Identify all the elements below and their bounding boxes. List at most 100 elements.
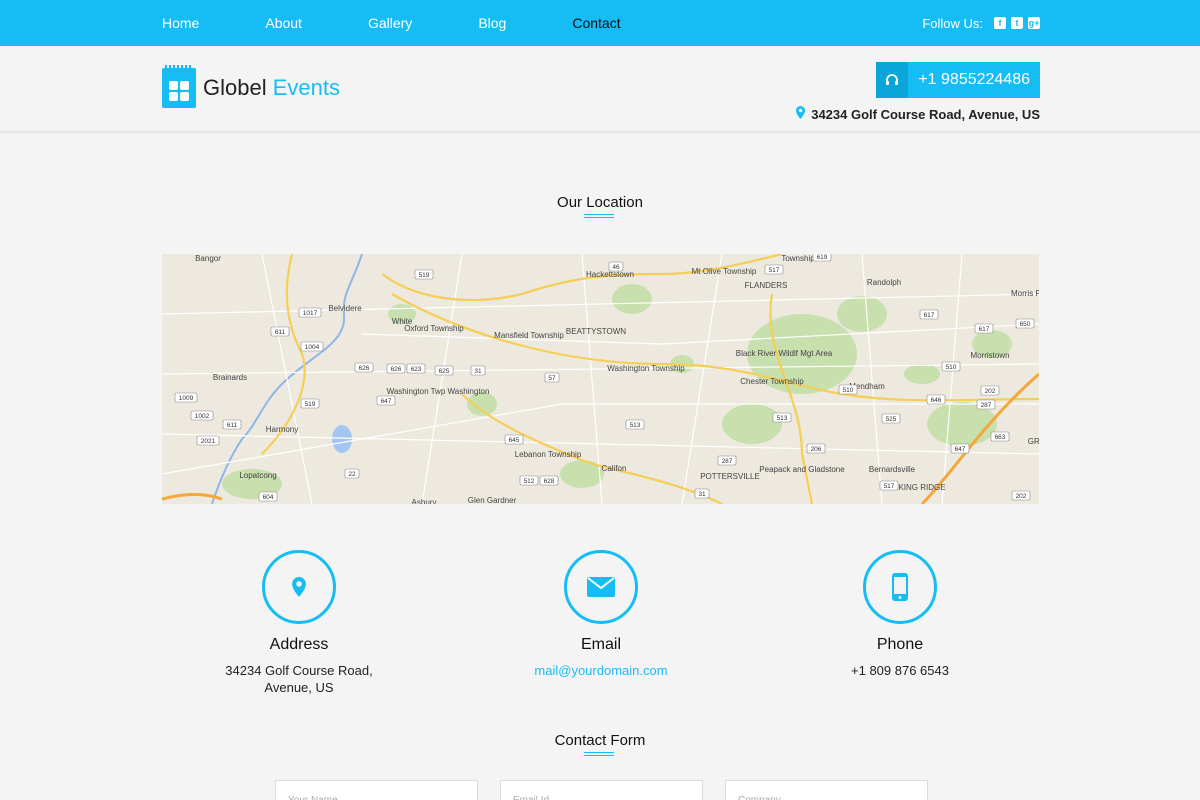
mobile-phone-icon — [863, 550, 937, 624]
svg-text:646: 646 — [931, 397, 942, 404]
map-route-shield: 604 — [258, 491, 278, 502]
map-route-shield: 519 — [414, 269, 434, 280]
header-phone-number: +1 9855224486 — [918, 71, 1030, 88]
map-place-label: Lebanon Township — [515, 450, 582, 459]
svg-text:517: 517 — [769, 267, 780, 274]
map-route-shield: 513 — [772, 412, 792, 423]
header-address-text: 34234 Golf Course Road, Avenue, US — [811, 106, 1040, 122]
svg-text:31: 31 — [474, 368, 482, 375]
svg-text:512: 512 — [524, 478, 535, 485]
location-pin-icon — [796, 106, 806, 122]
map-route-shield: 31 — [470, 365, 486, 376]
map-route-shield: 625 — [434, 365, 454, 376]
location-section-title: Our Location — [557, 194, 643, 211]
nav-blog-link[interactable]: Blog — [478, 15, 506, 31]
svg-text:510: 510 — [843, 387, 854, 394]
map-place-label: Randolph — [867, 278, 901, 287]
map-route-shield: 525 — [881, 413, 901, 424]
brand-name-primary: Globel — [203, 75, 267, 100]
map-route-shield: 628 — [539, 475, 559, 486]
map-place-label: Asbury — [412, 498, 437, 504]
twitter-icon[interactable]: t — [1011, 17, 1023, 29]
address-value: 34234 Golf Course Road, Avenue, US — [179, 662, 419, 696]
map-place-label: Mt Olive Township — [692, 267, 757, 276]
map-place-label: Belvidere — [328, 304, 362, 313]
header-phone[interactable]: +1 9855224486 — [876, 62, 1040, 98]
email-link[interactable]: mail@yourdomain.com — [481, 662, 721, 679]
map-route-shield: 510 — [838, 384, 858, 395]
map-place-label: Chester Township — [740, 377, 804, 386]
map-route-shield: 519 — [300, 398, 320, 409]
svg-text:1009: 1009 — [179, 395, 194, 402]
svg-text:2021: 2021 — [201, 438, 216, 445]
follow-us: Follow Us: f t g+ — [922, 0, 1040, 46]
svg-text:1002: 1002 — [195, 413, 210, 420]
brand-name-accent: Events — [272, 75, 340, 100]
map-route-shield: 617 — [919, 309, 939, 320]
facebook-icon[interactable]: f — [994, 17, 1006, 29]
map-place-label: Harmony — [266, 425, 298, 434]
svg-text:519: 519 — [419, 272, 430, 279]
follow-us-label: Follow Us: — [922, 15, 983, 31]
nav-home-link[interactable]: Home — [162, 15, 199, 31]
map-lake — [332, 425, 352, 453]
your-name-input[interactable] — [275, 780, 478, 800]
map-route-shield: 22 — [344, 468, 360, 479]
svg-text:628: 628 — [544, 478, 555, 485]
map-route-shield: 626 — [354, 362, 374, 373]
svg-text:513: 513 — [777, 415, 788, 422]
contact-card-email: Email mail@yourdomain.com — [481, 550, 721, 679]
top-navigation-bar: Home About Gallery Blog Contact Follow U… — [0, 0, 1200, 46]
svg-text:611: 611 — [275, 329, 286, 336]
svg-text:517: 517 — [884, 483, 895, 490]
location-map[interactable]: Bangor Hackettstown Mt Olive Township Towns… — [162, 254, 1039, 504]
contact-card-phone: Phone +1 809 876 6543 — [780, 550, 1020, 679]
nav-contact-link[interactable]: Contact — [572, 15, 620, 31]
svg-text:663: 663 — [995, 434, 1006, 441]
svg-text:31: 31 — [698, 491, 706, 498]
svg-text:604: 604 — [263, 494, 274, 501]
map-place-label: Morris Pla — [1011, 289, 1039, 298]
map-place-label: Brainards — [213, 373, 247, 382]
phone-title: Phone — [876, 636, 924, 653]
svg-text:287: 287 — [981, 402, 992, 409]
map-place-label: Bangor — [195, 254, 221, 263]
svg-text:647: 647 — [381, 398, 392, 405]
location-pin-icon — [262, 550, 336, 624]
svg-text:625: 625 — [439, 368, 450, 375]
map-place-label: BEATTYSTOWN — [566, 327, 626, 336]
map-route-shield: 1004 — [300, 341, 324, 352]
map-route-shield: 623 — [406, 363, 426, 374]
nav-about-link[interactable]: About — [265, 15, 302, 31]
contact-form-title-underline — [584, 752, 614, 756]
map-place-label: Lopatcong — [239, 471, 276, 480]
map-place-label: Washington Township — [607, 364, 685, 373]
nav-gallery-link[interactable]: Gallery — [368, 15, 412, 31]
svg-text:519: 519 — [305, 401, 316, 408]
map-route-shield: 517 — [764, 264, 784, 275]
svg-text:626: 626 — [359, 365, 370, 372]
map-place-label: Black River Wildlf Mgt Area — [736, 349, 833, 358]
svg-text:619: 619 — [817, 254, 828, 261]
map-route-shield: 647 — [376, 395, 396, 406]
svg-text:22: 22 — [348, 471, 356, 478]
map-place-label: Township — [781, 254, 815, 263]
brand-logo[interactable]: Globel Events — [162, 65, 340, 108]
svg-text:510: 510 — [946, 364, 957, 371]
map-route-shield: 611 — [270, 326, 290, 337]
map-place-label: FLANDERS — [745, 281, 788, 290]
map-route-shield: 1017 — [298, 307, 322, 318]
google-plus-icon[interactable]: g+ — [1028, 17, 1040, 29]
map-route-shield: 510 — [941, 361, 961, 372]
main-nav: Home About Gallery Blog Contact — [162, 0, 687, 46]
calendar-logo-icon — [162, 65, 196, 108]
svg-text:206: 206 — [811, 446, 822, 453]
company-input[interactable] — [725, 780, 928, 800]
map-route-shield: 626 — [386, 363, 406, 374]
map-route-shield: 1002 — [190, 410, 214, 421]
svg-text:1004: 1004 — [305, 344, 320, 351]
contact-card-address: Address 34234 Golf Course Road, Avenue, … — [179, 550, 419, 696]
email-id-input[interactable] — [500, 780, 703, 800]
map-route-shield: 202 — [1011, 490, 1031, 501]
svg-text:647: 647 — [955, 446, 966, 453]
